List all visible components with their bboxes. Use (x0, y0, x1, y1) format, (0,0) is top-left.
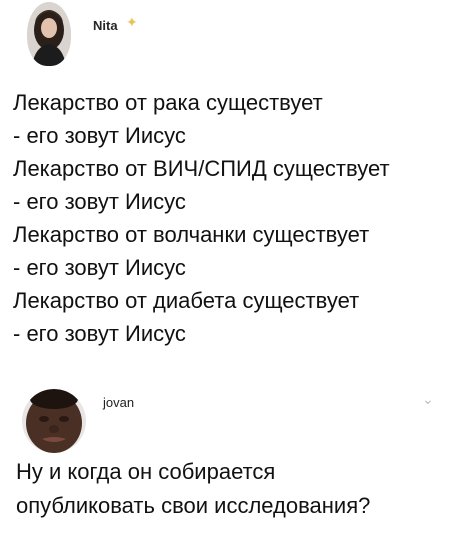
sparkle-icon: ✦ (126, 14, 138, 30)
post-line: Лекарство от ВИЧ/СПИД существует (13, 156, 390, 181)
post-author-name[interactable]: Nita (93, 18, 118, 33)
post-line: - его зовут Иисус (13, 321, 186, 346)
original-post: Nita ✦ Лекарство от рака существует - ег… (0, 0, 460, 375)
post-line: - его зовут Иисус (13, 189, 186, 214)
post-line: Лекарство от волчанки существует (13, 222, 370, 247)
chevron-down-icon[interactable]: ⌄ (422, 391, 434, 408)
post-line: - его зовут Иисус (13, 123, 186, 148)
reply-post: jovan ⌄ Ну и когда он собирается опублик… (0, 375, 460, 545)
avatar[interactable] (27, 2, 71, 66)
post-body: Лекарство от рака существует - его зовут… (13, 86, 390, 350)
avatar[interactable] (22, 389, 86, 453)
post-line: Лекарство от диабета существует (13, 288, 360, 313)
reply-line: опубликовать свои исследования? (16, 493, 371, 518)
post-line: Лекарство от рака существует (13, 90, 323, 115)
avatar-nita-image (27, 2, 71, 66)
post-line: - его зовут Иисус (13, 255, 186, 280)
reply-author-name[interactable]: jovan (103, 395, 134, 410)
avatar-jovan-image (22, 389, 86, 453)
reply-body: Ну и когда он собирается опубликовать св… (16, 455, 370, 523)
reply-line: Ну и когда он собирается (16, 459, 276, 484)
